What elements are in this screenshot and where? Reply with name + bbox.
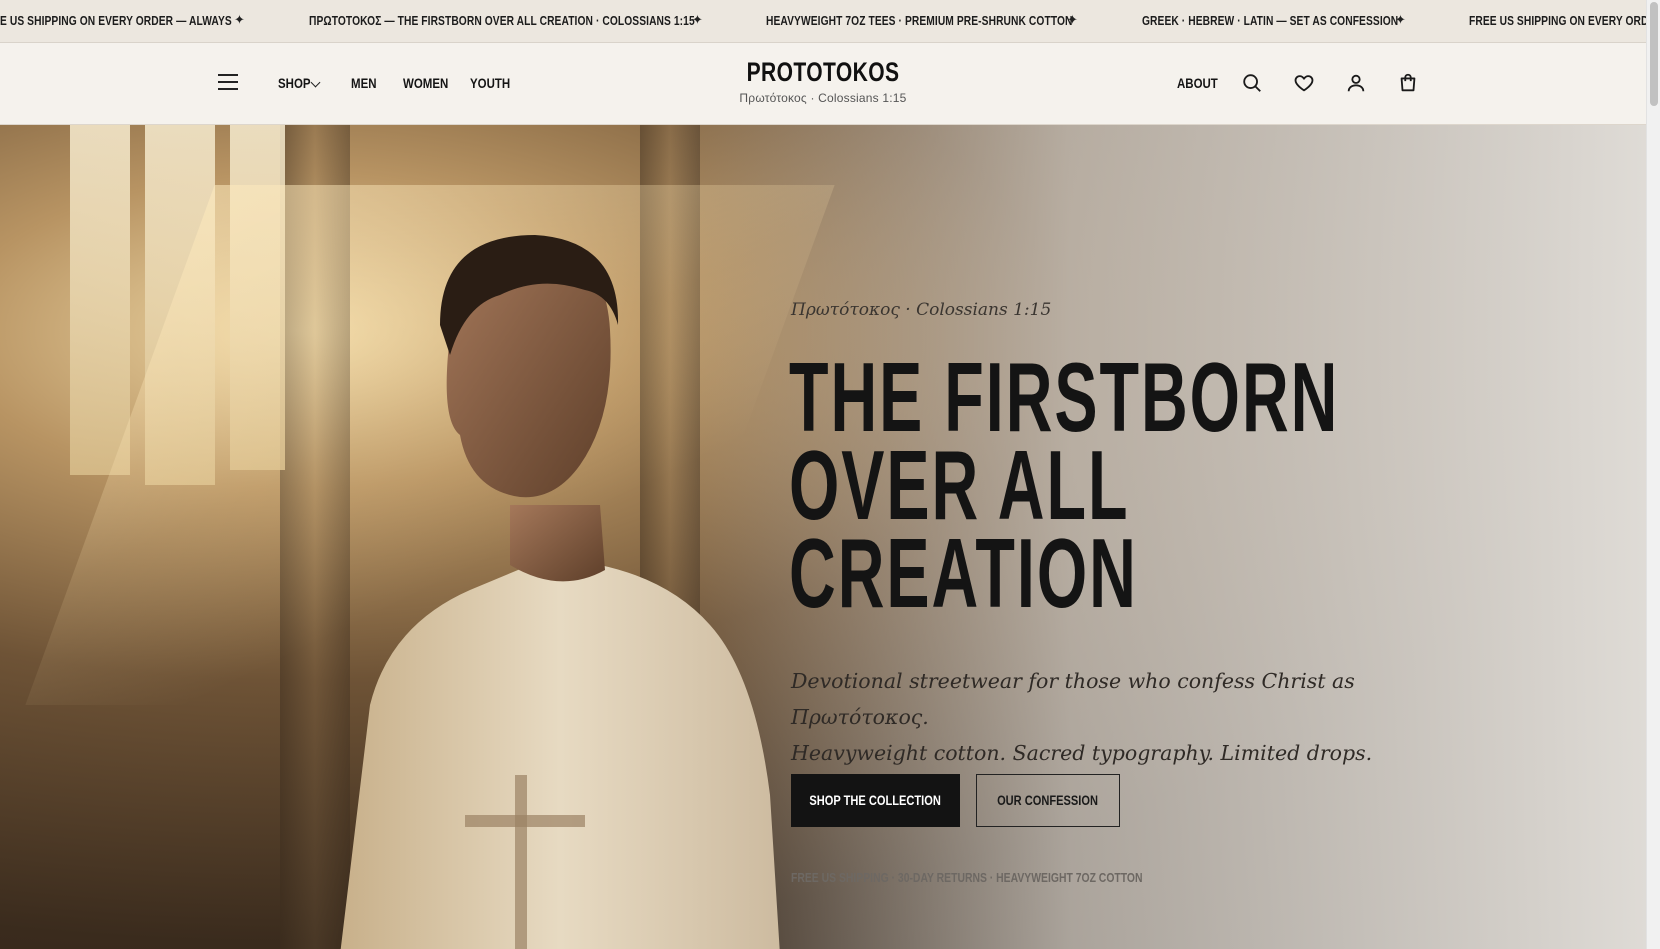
announcement-message: ΠΡΩΤΟΤΟΚΟΣ — THE FIRSTBORN OVER ALL CREA… <box>309 14 695 28</box>
announcement-bar: E US SHIPPING ON EVERY ORDER — ALWAYS ✦ … <box>0 0 1646 43</box>
brand-name[interactable]: PROTOTOKOS <box>747 57 900 88</box>
hero-model-image <box>340 235 780 949</box>
hero-tagline: Devotional streetwear for those who conf… <box>791 663 1491 771</box>
heart-icon[interactable] <box>1293 72 1315 94</box>
star-separator-icon: ✦ <box>1395 12 1406 27</box>
star-separator-icon: ✦ <box>234 12 245 27</box>
our-confession-button[interactable]: OUR CONFESSION <box>976 774 1120 827</box>
announcement-message: E US SHIPPING ON EVERY ORDER — ALWAYS <box>0 14 232 28</box>
user-icon[interactable] <box>1345 72 1367 94</box>
cart-icon[interactable] <box>1397 72 1419 94</box>
scrollbar-thumb[interactable] <box>1650 2 1658 106</box>
nav-about[interactable]: ABOUT <box>1177 75 1218 91</box>
headline-line: OVER ALL <box>789 430 1130 540</box>
headline-line: THE FIRSTBORN <box>789 342 1340 452</box>
star-separator-icon: ✦ <box>1067 12 1078 27</box>
star-separator-icon: ✦ <box>692 12 703 27</box>
announcement-message: GREEK · HEBREW · LATIN — SET AS CONFESSI… <box>1142 14 1399 28</box>
search-icon[interactable] <box>1241 72 1263 94</box>
stained-glass-window <box>70 125 130 475</box>
hero-headline: THE FIRSTBORN OVER ALL CREATION <box>789 342 1340 628</box>
our-confession-label: OUR CONFESSION <box>997 793 1099 808</box>
tagline-line: Heavyweight cotton. Sacred typography. L… <box>791 741 1373 765</box>
shop-collection-button[interactable]: SHOP THE COLLECTION <box>791 774 960 827</box>
shop-collection-label: SHOP THE COLLECTION <box>809 793 942 808</box>
headline-line: CREATION <box>789 518 1138 628</box>
hero-eyebrow: Πρωτότοκος · Colossians 1:15 <box>791 300 1052 320</box>
page-scrollbar[interactable] <box>1646 0 1660 949</box>
announcement-message: FREE US SHIPPING ON EVERY ORDER — <box>1469 14 1646 28</box>
hero-section: Πρωτότοκος · Colossians 1:15 THE FIRSTBO… <box>0 125 1646 949</box>
tagline-line: Devotional streetwear for those who conf… <box>791 669 1355 729</box>
site-header: SHOP MEN WOMEN YOUTH PROTOTOKOS Πρωτότοκ… <box>0 43 1646 125</box>
announcement-message: HEAVYWEIGHT 7OZ TEES · PREMIUM PRE-SHRUN… <box>766 14 1073 28</box>
hero-perks: FREE US SHIPPING · 30-DAY RETURNS · HEAV… <box>791 870 1143 885</box>
